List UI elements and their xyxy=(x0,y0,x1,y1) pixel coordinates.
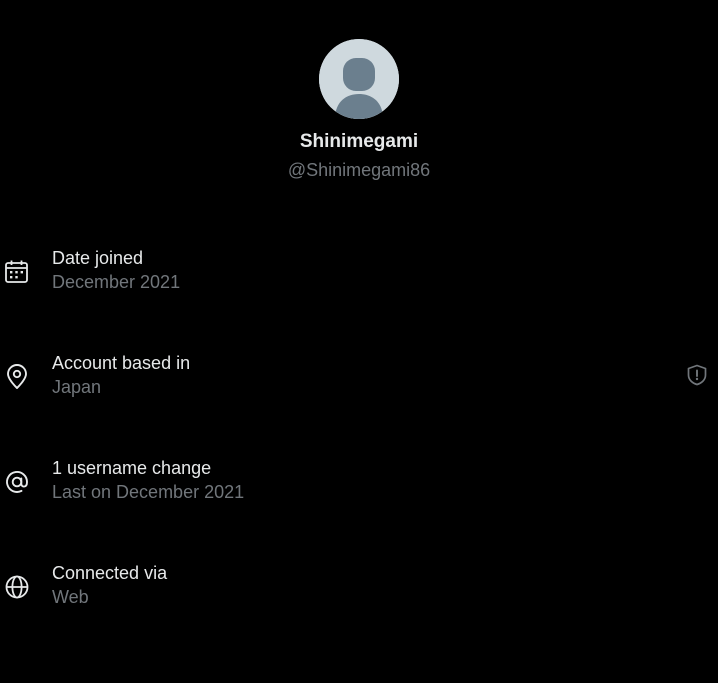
detail-label: Connected via xyxy=(52,563,168,583)
default-avatar-icon xyxy=(319,39,399,119)
profile-header: Shinimegami @Shinimegami86 xyxy=(0,39,718,181)
shield-alert-icon[interactable] xyxy=(686,364,708,386)
detail-value: Japan xyxy=(52,377,102,397)
detail-value: Web xyxy=(52,587,89,607)
detail-label: Account based in xyxy=(52,353,191,373)
detail-row-account-based-in: Account based in Japan xyxy=(0,352,718,412)
about-account-page: Shinimegami @Shinimegami86 Date joined D… xyxy=(0,0,718,683)
globe-icon xyxy=(5,575,29,599)
detail-label: 1 username change xyxy=(52,458,212,478)
at-sign-icon xyxy=(6,471,28,493)
location-pin-icon xyxy=(7,364,27,389)
detail-label: Date joined xyxy=(52,248,144,268)
detail-row-username-change: 1 username change Last on December 2021 xyxy=(0,457,718,517)
username-handle: @Shinimegami86 xyxy=(287,160,431,180)
detail-value: Last on December 2021 xyxy=(52,482,245,502)
detail-row-date-joined: Date joined December 2021 xyxy=(0,247,718,307)
detail-row-connected-via: Connected via Web xyxy=(0,562,718,622)
detail-value: December 2021 xyxy=(52,272,181,292)
calendar-icon xyxy=(5,260,28,283)
avatar[interactable] xyxy=(319,39,399,119)
display-name: Shinimegami xyxy=(299,131,419,152)
